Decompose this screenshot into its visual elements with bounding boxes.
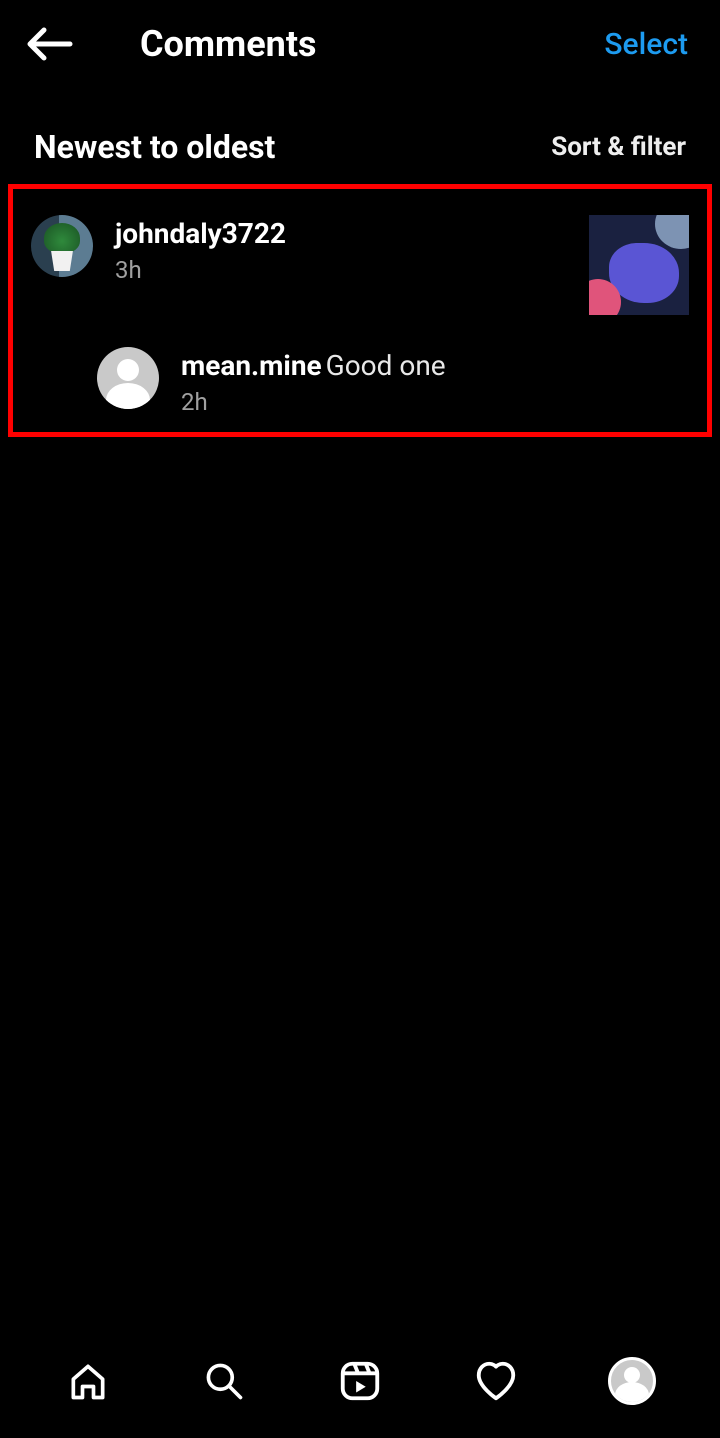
reels-icon[interactable] — [334, 1355, 386, 1407]
home-icon[interactable] — [62, 1355, 114, 1407]
sort-filter-button[interactable]: Sort & filter — [551, 132, 686, 162]
comment-username[interactable]: johndaly3722 — [115, 217, 286, 250]
sort-row: Newest to oldest Sort & filter — [0, 88, 720, 184]
comments-highlight-box: johndaly3722 3h mean.mine Good one 2h — [8, 184, 712, 437]
post-thumbnail[interactable] — [589, 215, 689, 315]
back-arrow-icon[interactable] — [24, 19, 74, 69]
comment-timestamp: 3h — [115, 256, 589, 284]
comment-body: mean.mine Good one 2h — [181, 347, 695, 416]
reply-username[interactable]: mean.mine — [181, 349, 322, 382]
page-title: Comments — [140, 23, 317, 65]
bottom-nav — [0, 1342, 720, 1438]
activity-heart-icon[interactable] — [470, 1355, 522, 1407]
comment-reply-row[interactable]: mean.mine Good one 2h — [97, 325, 695, 416]
search-icon[interactable] — [198, 1355, 250, 1407]
avatar[interactable] — [31, 215, 93, 277]
select-button[interactable]: Select — [604, 27, 696, 62]
profile-icon[interactable] — [606, 1355, 658, 1407]
reply-text: Good one — [326, 349, 446, 382]
avatar[interactable] — [97, 347, 159, 409]
sort-order-label: Newest to oldest — [34, 128, 275, 166]
comment-row[interactable]: johndaly3722 3h — [25, 211, 695, 325]
reply-timestamp: 2h — [181, 388, 695, 416]
comment-body: johndaly3722 3h — [115, 215, 589, 284]
header: Comments Select — [0, 0, 720, 88]
